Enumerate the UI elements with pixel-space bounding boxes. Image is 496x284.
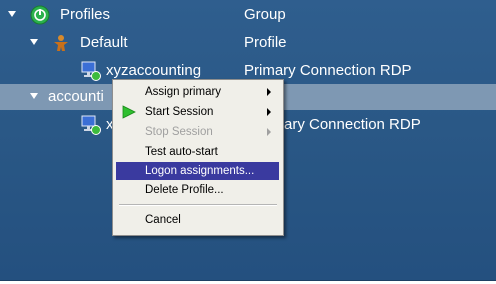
menu-item-test-auto-start[interactable]: Test auto-start [116,143,279,161]
monitor-connection-icon [81,115,101,135]
tree-row-default[interactable]: Default Profile [0,30,496,56]
menu-item-label: Cancel [145,214,181,226]
menu-item-label: Delete Profile... [145,184,224,196]
tree-item-label: Default [80,34,128,51]
menu-item-cancel[interactable]: Cancel [116,211,279,229]
person-icon [54,35,68,51]
expand-triangle-icon[interactable] [8,11,16,17]
menu-item-label: Logon assignments... [145,165,255,177]
menu-item-label: Start Session [145,106,214,118]
submenu-arrow-icon [267,128,271,136]
submenu-arrow-icon [267,108,271,116]
tree-item-label: Profiles [60,6,111,23]
menu-item-stop-session[interactable]: Stop Session [116,123,279,141]
menu-item-label: Stop Session [145,126,213,138]
expand-triangle-icon[interactable] [30,93,38,99]
profiles-tree-panel: Profiles Group Default Profile xyzaccoun… [0,0,496,281]
tree-item-type: Profile [244,34,287,51]
play-arrow-icon [122,105,136,119]
menu-item-start-session[interactable]: Start Session [116,103,279,121]
expand-triangle-icon[interactable] [30,39,38,45]
menu-item-logon-assignments[interactable]: Logon assignments... [116,162,279,180]
tree-item-label: accounti [48,88,104,105]
menu-item-delete-profile[interactable]: Delete Profile... [116,181,279,199]
context-menu: Assign primary Start Session Stop Sessio… [112,79,284,236]
tree-item-type: Group [244,6,286,23]
menu-item-label: Assign primary [145,86,222,98]
tree-row-profiles[interactable]: Profiles Group [0,2,496,28]
green-circle-icon [30,5,50,25]
submenu-arrow-icon [267,88,271,96]
menu-item-label: Test auto-start [145,146,218,158]
tree-item-type: ary Connection RDP [284,116,421,133]
menu-separator [119,204,277,206]
menu-item-assign-primary[interactable]: Assign primary [116,83,279,101]
monitor-connection-icon [81,61,101,81]
